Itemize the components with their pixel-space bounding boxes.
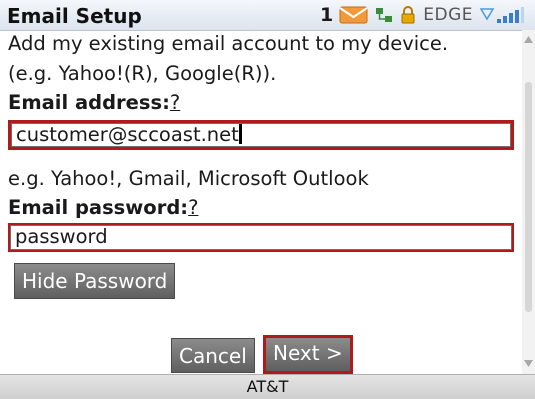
intro-examples: (e.g. Yahoo!(R), Google(R)). (8, 62, 277, 85)
password-help-link[interactable]: ? (188, 196, 198, 219)
email-field[interactable]: customer@sccoast.net (8, 120, 514, 150)
carrier-bar: AT&T (0, 374, 535, 399)
email-field-value: customer@sccoast.net (16, 123, 239, 146)
title-bar: Email Setup 1 EDGE (0, 0, 535, 31)
email-label: Email address: (8, 91, 170, 114)
scroll-down-icon[interactable] (524, 360, 533, 367)
cancel-button[interactable]: Cancel (171, 338, 255, 373)
email-hint: e.g. Yahoo!, Gmail, Microsoft Outlook (8, 167, 369, 190)
password-label-row: Email password:? (8, 194, 198, 221)
signal-strength-icon (479, 5, 525, 25)
carrier-name: AT&T (246, 377, 289, 396)
password-field[interactable]: password (8, 223, 514, 252)
lock-icon (399, 6, 417, 24)
next-button[interactable]: Next > (263, 335, 353, 374)
hide-password-button[interactable]: Hide Password (14, 263, 176, 299)
scroll-up-icon[interactable] (524, 36, 533, 43)
status-area: 1 EDGE (320, 3, 525, 27)
text-caret (238, 124, 242, 144)
email-help-link[interactable]: ? (170, 91, 180, 114)
intro-text: Add my existing email account to my devi… (8, 32, 449, 55)
scrollbar[interactable] (522, 30, 535, 374)
password-field-value: password (15, 225, 108, 248)
network-type-label: EDGE (423, 5, 473, 25)
unread-count: 1 (320, 4, 334, 26)
network-icon (375, 6, 393, 24)
envelope-icon (339, 5, 369, 25)
email-label-row: Email address:? (8, 89, 180, 116)
password-label: Email password: (8, 196, 189, 219)
scrollbar-track[interactable] (525, 82, 532, 312)
screen-title: Email Setup (7, 4, 142, 28)
